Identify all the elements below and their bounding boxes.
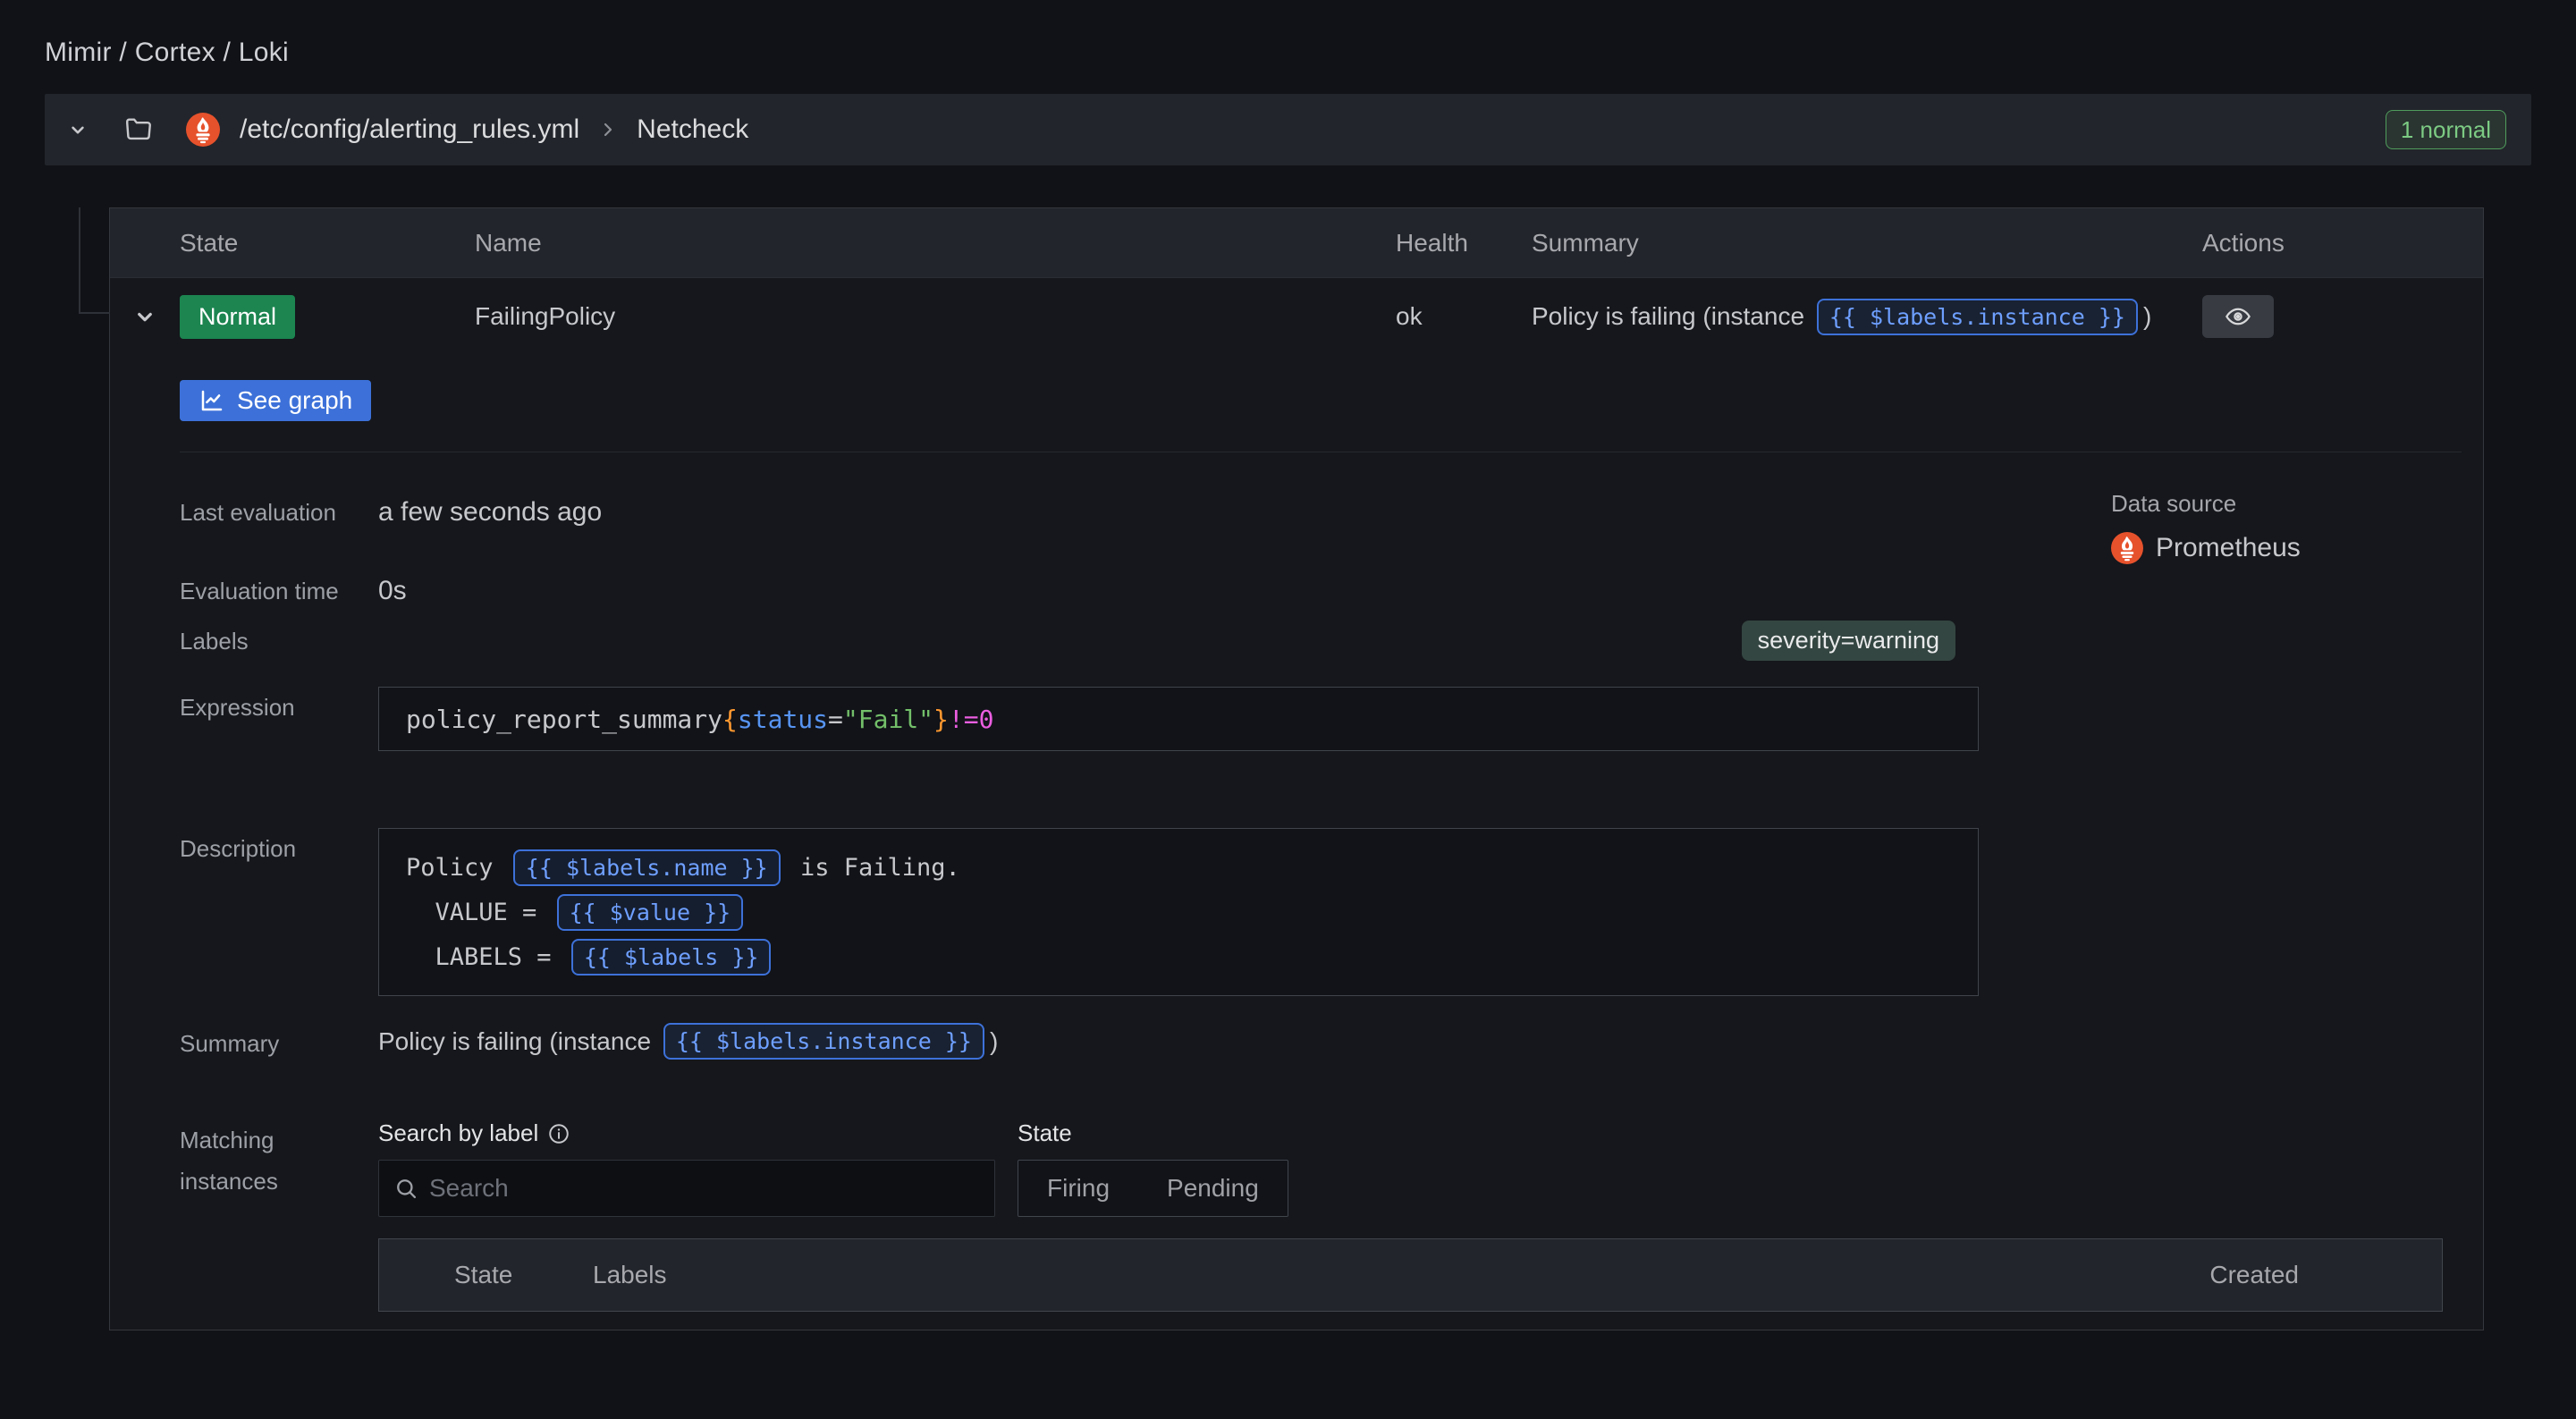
summary-label: Summary — [180, 1023, 378, 1064]
graph-icon — [198, 387, 225, 414]
description-label: Description — [180, 828, 378, 869]
description-line: Policy {{ $labels.name }} is Failing. — [406, 845, 1951, 890]
data-source-label: Data source — [2111, 490, 2301, 518]
tree-connector: State Name Health Summary Actions Normal… — [45, 207, 2531, 1330]
detail-row-matching-instances: Matching instances Search by label — [180, 1119, 2462, 1312]
summary-value: Policy is failing (instance {{ $labels.i… — [378, 1023, 998, 1060]
eye-icon — [2224, 302, 2252, 331]
template-chip: {{ $labels.instance }} — [663, 1023, 984, 1060]
evaluation-time-label: Evaluation time — [180, 570, 378, 612]
rule-health: ok — [1396, 302, 1532, 331]
rule-state-badge: Normal — [180, 295, 295, 339]
rule-group-name: Netcheck — [637, 114, 748, 145]
detail-row-expression: Expression policy_report_summary{status=… — [180, 687, 2462, 751]
tree-line-horizontal — [79, 312, 110, 314]
search-field-group: Search by label — [378, 1119, 995, 1217]
search-box — [378, 1160, 995, 1217]
col-header-health: Health — [1396, 229, 1532, 258]
detail-row-labels: Labels severity=warning — [180, 621, 2462, 662]
page: Mimir / Cortex / Loki /etc/config/alerti… — [0, 0, 2576, 1330]
matching-instances-table: State Labels Created — [378, 1238, 2443, 1312]
detail-row-summary: Summary Policy is failing (instance {{ $… — [180, 1023, 2462, 1064]
rules-table-header: State Name Health Summary Actions — [110, 208, 2483, 278]
data-source-name: Prometheus — [2156, 533, 2301, 563]
labels-label: Labels — [180, 621, 378, 662]
folder-icon — [123, 114, 154, 145]
search-input[interactable] — [429, 1174, 980, 1203]
detail-row-description: Description Policy {{ $labels.name }} is… — [180, 828, 2462, 996]
evaluation-time-value: 0s — [378, 570, 407, 612]
expression-label: Expression — [180, 687, 378, 728]
template-chip: {{ $labels.instance }} — [1817, 299, 2138, 335]
rule-group-header: /etc/config/alerting_rules.yml Netcheck … — [45, 94, 2531, 165]
template-chip: {{ $labels }} — [571, 939, 772, 976]
rule-name: FailingPolicy — [475, 302, 1396, 331]
chevron-right-icon — [597, 119, 619, 140]
detail-row-evaluation-time: Evaluation time 0s — [180, 570, 2462, 612]
state-filter-buttons: Firing Pending — [1018, 1160, 1288, 1217]
description-box: Policy {{ $labels.name }} is Failing. VA… — [378, 828, 1979, 996]
search-icon — [393, 1176, 418, 1201]
rule-row: Normal FailingPolicy ok Policy is failin… — [110, 278, 2483, 353]
collapse-group-button[interactable] — [66, 118, 89, 141]
view-rule-button[interactable] — [2202, 295, 2274, 338]
rule-summary: Policy is failing (instance {{ $labels.i… — [1532, 299, 2202, 335]
prometheus-icon — [2111, 532, 2143, 564]
template-chip: {{ $value }} — [557, 894, 744, 931]
col-header-state: State — [180, 229, 475, 258]
group-status-badge: 1 normal — [2386, 110, 2506, 149]
prometheus-icon — [186, 113, 220, 147]
last-evaluation-label: Last evaluation — [180, 492, 378, 533]
col-header-actions: Actions — [2202, 229, 2483, 258]
rule-file-path: /etc/config/alerting_rules.yml — [240, 114, 579, 145]
rule-panel: State Name Health Summary Actions Normal… — [109, 207, 2484, 1330]
tree-line-vertical — [79, 207, 80, 314]
state-filter-pending-button[interactable]: Pending — [1138, 1161, 1288, 1216]
search-by-label-label: Search by label — [378, 1119, 538, 1147]
description-line: LABELS = {{ $labels }} — [406, 934, 1951, 979]
template-chip: {{ $labels.name }} — [513, 849, 781, 886]
row-expander-button[interactable] — [110, 303, 180, 330]
col-header-name: Name — [475, 229, 1396, 258]
see-graph-button[interactable]: See graph — [180, 380, 371, 421]
col-header-instance-created: Created — [2209, 1261, 2442, 1289]
info-circle-icon[interactable] — [547, 1122, 570, 1145]
col-header-instance-state: State — [379, 1261, 593, 1289]
chevron-down-icon — [131, 303, 158, 330]
state-filter-firing-button[interactable]: Firing — [1018, 1161, 1138, 1216]
description-line: VALUE = {{ $value }} — [406, 890, 1951, 934]
expression-code: policy_report_summary{status="Fail"} != … — [378, 687, 1979, 751]
see-graph-label: See graph — [237, 386, 352, 415]
state-filter-group: State Firing Pending — [1018, 1119, 1288, 1217]
data-source-block: Data source Prometh — [2111, 490, 2301, 564]
rule-details: Last evaluation a few seconds ago Evalua… — [110, 452, 2483, 1312]
last-evaluation-value: a few seconds ago — [378, 492, 602, 533]
chevron-down-icon — [66, 118, 89, 141]
severity-label-badge: severity=warning — [1742, 621, 1955, 661]
matching-instances-table-header: State Labels Created — [379, 1239, 2442, 1311]
page-title: Mimir / Cortex / Loki — [45, 38, 2531, 68]
matching-instances-label: Matching instances — [180, 1119, 378, 1202]
col-header-summary: Summary — [1532, 229, 2202, 258]
state-filter-label: State — [1018, 1119, 1072, 1147]
col-header-instance-labels: Labels — [593, 1261, 2209, 1289]
